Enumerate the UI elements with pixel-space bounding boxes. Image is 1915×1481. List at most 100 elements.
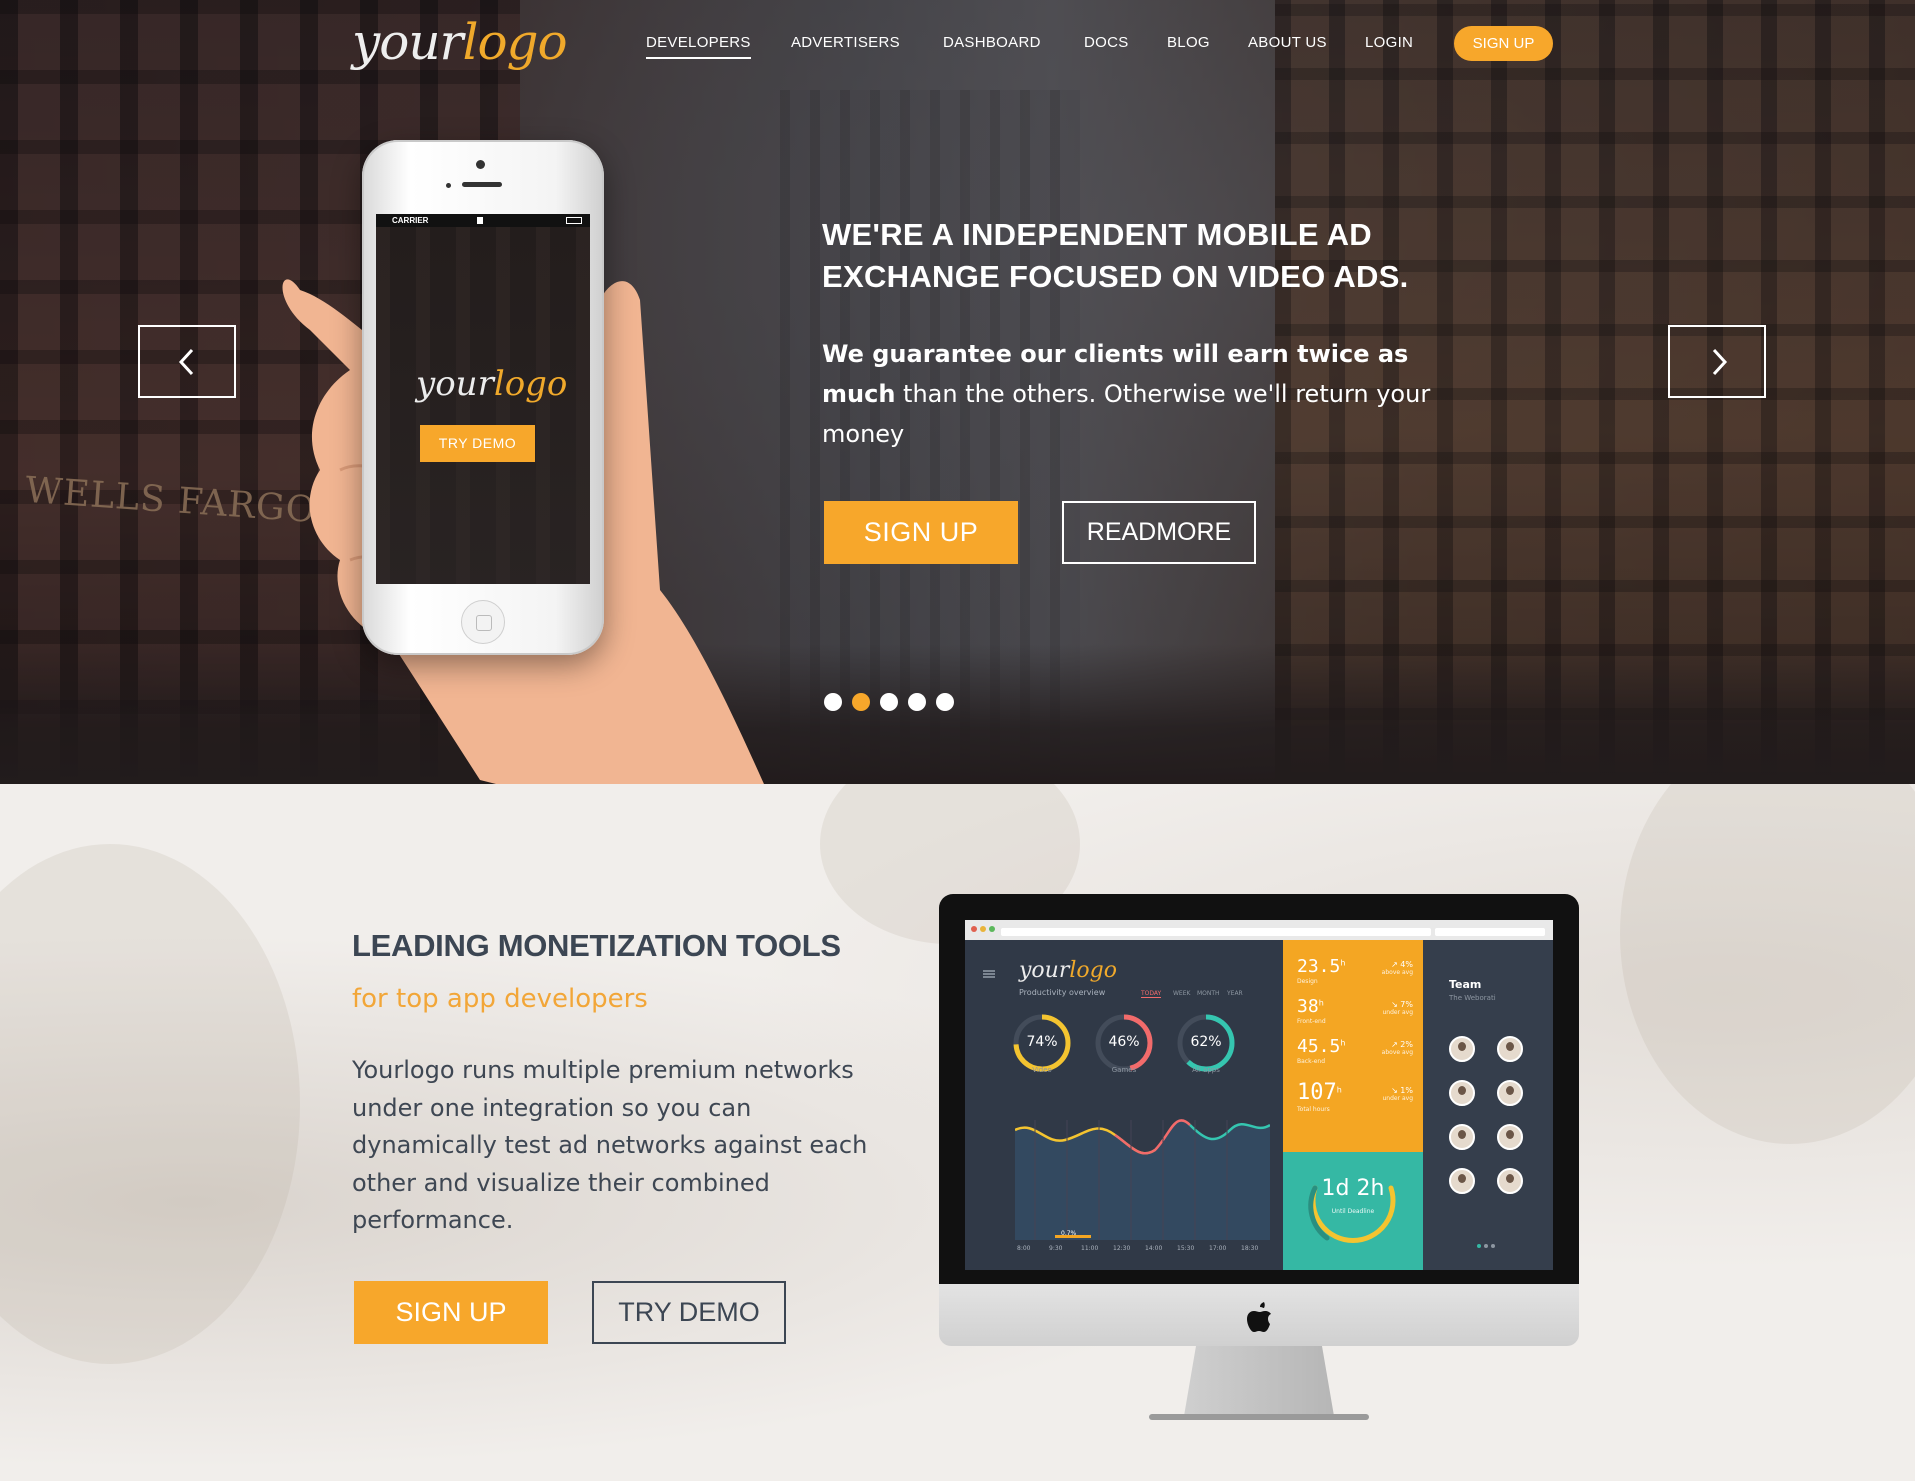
slider-dot[interactable]: [824, 693, 842, 711]
imac-frame: yourlogo Productivity overview TODAY WEE…: [939, 894, 1579, 1284]
phone-camera: [476, 160, 485, 169]
battery-icon: [566, 217, 582, 224]
stat-delta-value: ↗ 4%: [1391, 960, 1413, 969]
hours-stats: 23.5h Design ↗ 4% above avg 38h Front-end ↘…: [1283, 940, 1423, 1152]
stat-label: Front-end: [1297, 1018, 1326, 1025]
team-subtitle: The Weborati: [1449, 994, 1496, 1002]
slider-dot[interactable]: [936, 693, 954, 711]
stat-delta-value: ↘ 7%: [1391, 1000, 1413, 1009]
maximize-dot-icon: [989, 926, 995, 932]
phone-speaker: [462, 182, 502, 187]
section-signup-button[interactable]: SIGN UP: [354, 1281, 548, 1344]
phone-logo-your: your: [416, 364, 494, 404]
tab-today: TODAY: [1141, 990, 1162, 998]
hero-signup-button[interactable]: SIGN UP: [824, 501, 1018, 564]
avatar: [1497, 1124, 1523, 1150]
stat-back-end-delta: ↗ 2% above avg: [1382, 1040, 1413, 1056]
ring-all-apps-label: All apps: [1192, 1066, 1220, 1074]
x-tick: 8:00: [1017, 1245, 1031, 1252]
tab-year: YEAR: [1227, 990, 1243, 997]
slider-dot[interactable]: [908, 693, 926, 711]
ring-all-apps: 62%: [1175, 1012, 1237, 1074]
stat-unit: h: [1318, 998, 1324, 1008]
nav-about-us[interactable]: ABOUT US: [1248, 34, 1327, 51]
imac-screen: yourlogo Productivity overview TODAY WEE…: [965, 920, 1553, 1270]
pager-dot: [1477, 1244, 1481, 1248]
phone-home-button: [461, 600, 505, 644]
stat-front-end-delta: ↘ 7% under avg: [1382, 1000, 1413, 1016]
stat-value: 45.5: [1297, 1036, 1341, 1057]
nav-blog[interactable]: BLOG: [1167, 34, 1210, 51]
chart-marker-label: 0.7%: [1061, 1230, 1077, 1237]
stat-value: 23.5: [1297, 956, 1341, 977]
imac-stand: [1184, 1346, 1334, 1416]
hero-subtitle-rest: than the others. Otherwise we'll return …: [822, 380, 1431, 448]
avatar: [1497, 1036, 1523, 1062]
stat-design: 23.5h Design: [1297, 956, 1345, 985]
avatar: [1449, 1168, 1475, 1194]
slider-prev-button[interactable]: [138, 325, 236, 398]
avatar: [1497, 1168, 1523, 1194]
stat-total-hours: 107h Total hours: [1297, 1080, 1342, 1113]
dashboard-overview-panel: yourlogo Productivity overview TODAY WEE…: [965, 940, 1283, 1270]
hero-subtitle: We guarantee our clients will earn twice…: [822, 334, 1472, 454]
logo-text-your: your: [352, 13, 463, 71]
hero-title-line-2: EXCHANGE FOCUSED ON VIDEO ADS.: [822, 259, 1409, 294]
phone-sensor: [446, 183, 451, 188]
deadline-label: Until Deadline: [1331, 1208, 1375, 1215]
x-tick: 9:30: [1049, 1245, 1063, 1252]
ring-games-label: Games: [1111, 1066, 1137, 1074]
minimize-dot-icon: [980, 926, 986, 932]
stat-delta-label: above avg: [1381, 969, 1413, 976]
x-tick: 18:30: [1241, 1245, 1259, 1252]
section-subtitle: for top app developers: [352, 984, 648, 1014]
x-tick: 15:30: [1177, 1245, 1195, 1252]
section-try-demo-button[interactable]: TRY DEMO: [592, 1281, 786, 1344]
ring-video-value: 74%: [1026, 1034, 1058, 1050]
imac-base: [1149, 1414, 1369, 1420]
hero-title: WE'RE A INDEPENDENT MOBILE AD EXCHANGE F…: [822, 214, 1462, 298]
dashboard-logo-your: your: [1019, 958, 1070, 983]
imac-mockup: yourlogo Productivity overview TODAY WEE…: [939, 894, 1579, 1420]
activity-line-chart: [1015, 1119, 1270, 1240]
background-person-left: [0, 844, 300, 1364]
background-person-right: [1620, 784, 1915, 1144]
browser-bar: [965, 920, 1553, 940]
nav-docs[interactable]: DOCS: [1084, 34, 1129, 51]
slider-dot[interactable]: [880, 693, 898, 711]
nav-signup-button[interactable]: SIGN UP: [1454, 26, 1553, 61]
site-logo[interactable]: yourlogo: [352, 12, 568, 72]
stat-label: Total hours: [1297, 1106, 1330, 1113]
stat-delta-label: under avg: [1382, 1095, 1413, 1102]
ring-games-value: 46%: [1108, 1034, 1140, 1050]
address-bar: [1001, 928, 1431, 936]
phone-screen: CARRIER yourlogo TRY DEMO: [376, 214, 590, 584]
nav-advertisers[interactable]: ADVERTISERS: [791, 34, 900, 51]
dashboard-stats-panel: 23.5h Design ↗ 4% above avg 38h Front-end ↘…: [1283, 940, 1423, 1270]
nav-developers[interactable]: DEVELOPERS: [646, 34, 751, 59]
slider-dot-active[interactable]: [852, 693, 870, 711]
avatar: [1449, 1080, 1475, 1106]
stat-design-delta: ↗ 4% above avg: [1382, 960, 1413, 976]
slider-next-button[interactable]: [1668, 325, 1766, 398]
stat-unit: h: [1340, 1038, 1346, 1048]
hero-readmore-button[interactable]: READMORE: [1062, 501, 1256, 564]
team-panel: Team The Weborati: [1423, 940, 1553, 1270]
ring-all-apps-value: 62%: [1190, 1034, 1222, 1050]
nav-login[interactable]: LOGIN: [1365, 34, 1413, 51]
nav-dashboard[interactable]: DASHBOARD: [943, 34, 1041, 51]
chevron-left-icon: [178, 348, 194, 376]
stat-delta-value: ↘ 1%: [1391, 1086, 1413, 1095]
features-section: LEADING MONETIZATION TOOLS for top app d…: [0, 784, 1915, 1481]
phone-try-demo-button[interactable]: TRY DEMO: [420, 425, 535, 462]
stat-delta-label: under avg: [1382, 1009, 1413, 1016]
menu-icon: [983, 970, 995, 978]
close-dot-icon: [971, 926, 977, 932]
stat-delta-label: above avg: [1381, 1049, 1413, 1056]
phone-logo: yourlogo: [416, 364, 567, 404]
dashboard-logo: yourlogo: [1019, 958, 1117, 983]
stat-total-hours-delta: ↘ 1% under avg: [1382, 1086, 1413, 1102]
stat-front-end: 38h Front-end: [1297, 996, 1326, 1025]
chevron-right-icon: [1712, 348, 1728, 376]
stat-delta-value: ↗ 2%: [1391, 1040, 1413, 1049]
